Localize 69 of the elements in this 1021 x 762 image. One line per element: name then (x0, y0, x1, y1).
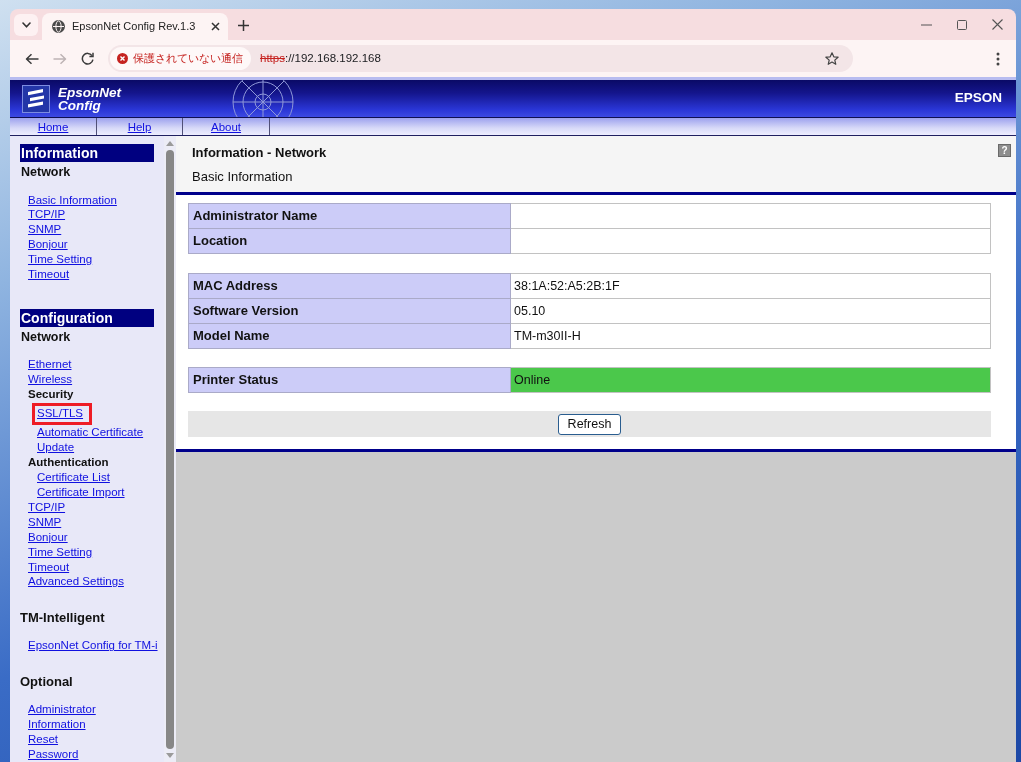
field-label: Model Name (188, 323, 511, 349)
sidebar-link[interactable]: Advanced Settings (28, 574, 124, 590)
field-label: Printer Status (188, 367, 511, 393)
field-value: TM-m30II-H (510, 323, 991, 349)
field-label: Location (188, 228, 511, 254)
sidebar-link[interactable]: Time Setting (28, 252, 93, 268)
sidebar-link[interactable]: Ethernet (28, 357, 72, 373)
menu-icon[interactable] (996, 51, 1000, 66)
sidebar-link[interactable]: Time Setting (28, 544, 93, 560)
address-bar[interactable]: 保護されていない通信 https://192.168.192.168 (108, 45, 853, 72)
url-text: https://192.168.192.168 (260, 50, 381, 66)
field-value: 05.10 (510, 298, 991, 324)
star-icon[interactable] (825, 52, 839, 65)
sidebar-link[interactable]: Information (28, 717, 86, 733)
sidebar-link[interactable]: Wireless (28, 372, 73, 387)
sidebar-link[interactable]: Basic Information (28, 192, 117, 208)
group-heading: Network (20, 164, 72, 180)
plus-icon[interactable] (238, 20, 249, 31)
nav-link[interactable]: Home (37, 119, 69, 134)
sidebar-link[interactable]: Certificate Import (37, 484, 125, 500)
refresh-button[interactable]: Refresh (557, 413, 622, 435)
reload-icon[interactable] (81, 52, 94, 65)
field-label: Administrator Name (188, 203, 511, 229)
scrollbar-track[interactable] (164, 136, 176, 762)
nav-link[interactable]: About (210, 119, 242, 134)
sidebar-link[interactable]: SSL/TLS (37, 405, 84, 421)
field-label: MAC Address (188, 273, 511, 299)
sidebar-link[interactable]: Certificate List (37, 469, 110, 485)
arrow-left-icon[interactable] (25, 52, 39, 65)
section-title: TM-Intelligent (20, 608, 106, 627)
close-icon[interactable] (211, 22, 220, 31)
sidebar-link[interactable]: Bonjour (28, 529, 68, 545)
chevron-down-icon (21, 22, 31, 28)
group-heading: Network (20, 328, 72, 345)
logo-text: EpsonNet (58, 85, 121, 99)
sidebar-link[interactable]: Reset (28, 732, 59, 748)
sidebar-link[interactable]: Administrator (28, 702, 96, 718)
group-heading: Authentication (27, 454, 110, 470)
sidebar-link[interactable]: Automatic Certificate Update (37, 424, 161, 455)
globe-icon (52, 20, 65, 33)
brand-text: EPSON (954, 89, 1002, 108)
logo-icon (22, 84, 50, 113)
page-title: Information - Network (192, 144, 327, 162)
page-subtitle: Basic Information (192, 168, 294, 186)
section-title: Optional (20, 672, 74, 691)
sidebar-link[interactable]: SNMP (28, 514, 62, 530)
tab-search-button[interactable] (14, 14, 38, 36)
field-value: 38:1A:52:A5:2B:1F (510, 273, 991, 299)
logo-text: Config (58, 98, 101, 112)
close-icon[interactable] (992, 19, 1003, 30)
nav-link[interactable]: Help (127, 119, 152, 134)
field-value: Online (510, 367, 991, 393)
sidebar-link[interactable]: SNMP (28, 222, 62, 238)
section-title: Information (20, 144, 154, 162)
sidebar-link[interactable]: TCP/IP (28, 499, 66, 515)
scrollbar-thumb[interactable] (166, 150, 174, 749)
sidebar-link[interactable]: TCP/IP (28, 207, 66, 223)
security-chip[interactable]: 保護されていない通信 (110, 47, 251, 70)
sidebar-link[interactable]: EpsonNet Config for TM-i (28, 638, 158, 654)
sidebar-link[interactable]: Timeout (28, 267, 70, 283)
error-icon (117, 53, 128, 64)
field-label: Software Version (188, 298, 511, 324)
section-title: Configuration (20, 308, 154, 327)
group-heading: Security (27, 387, 75, 402)
maximize-icon[interactable] (957, 19, 967, 30)
sidebar-link[interactable]: Timeout (28, 559, 70, 575)
sidebar-link[interactable]: Password (28, 747, 79, 762)
sidebar-link[interactable]: Bonjour (28, 237, 68, 253)
browser-tab[interactable]: EpsonNet Config Rev.1.3 (42, 13, 228, 40)
